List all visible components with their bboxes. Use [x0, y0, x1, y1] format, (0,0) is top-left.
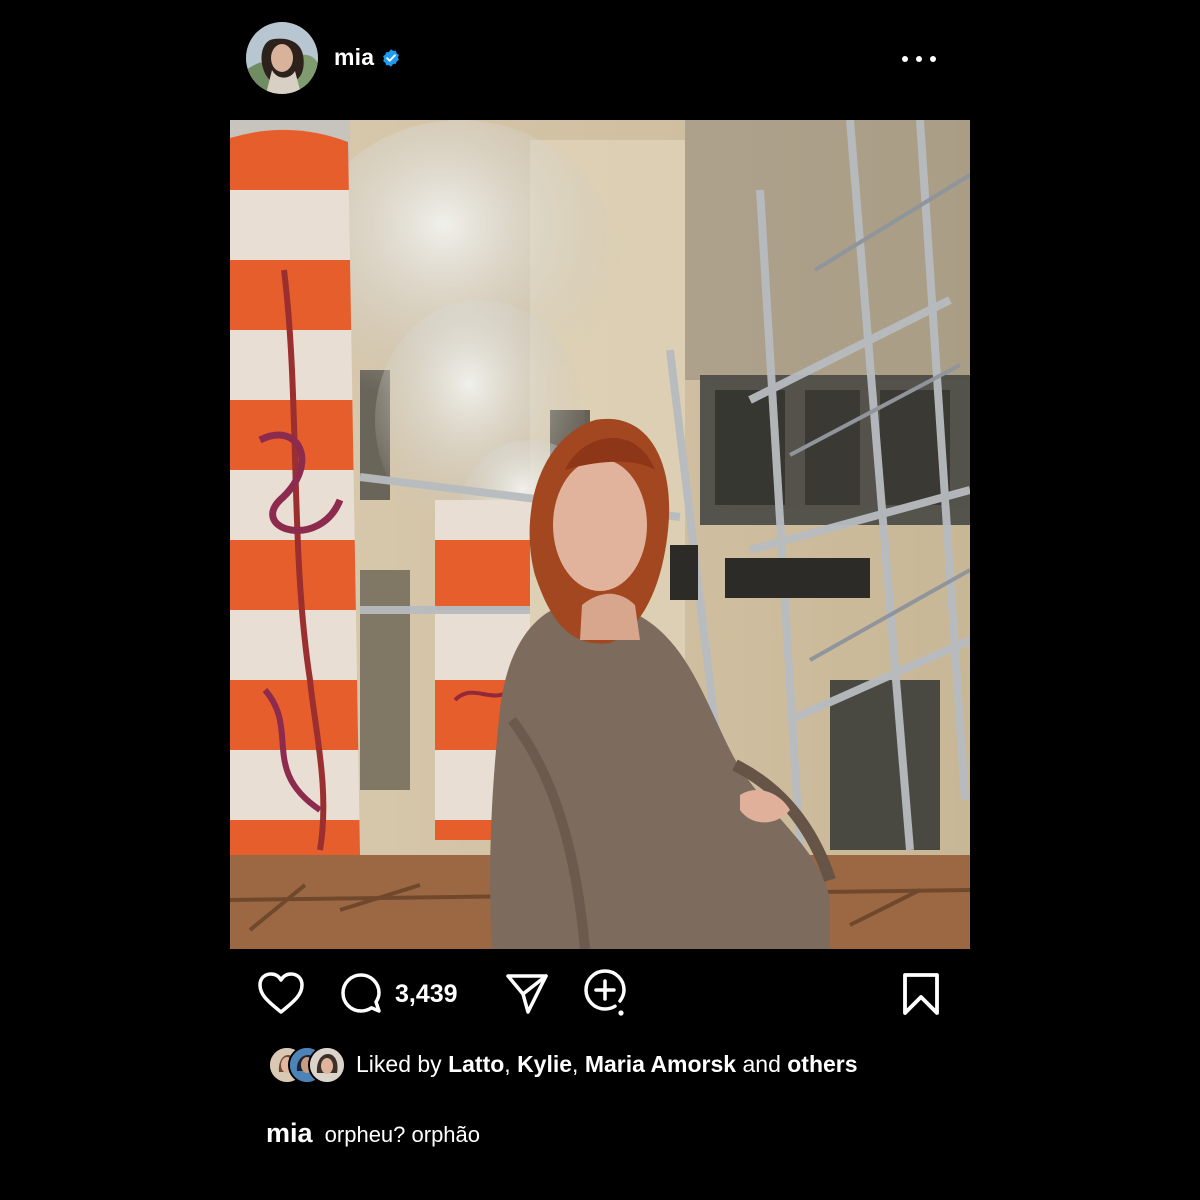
post-username[interactable]: mia — [334, 44, 374, 71]
caption-text: orpheu? orphão — [324, 1122, 481, 1147]
profile-avatar[interactable] — [246, 22, 318, 94]
verified-badge-icon — [383, 49, 399, 67]
caption-username[interactable]: mia — [266, 1118, 313, 1148]
more-dot-icon — [916, 56, 922, 62]
striped-stack-left — [230, 129, 360, 855]
post-action-bar: 3,439 — [230, 966, 970, 1022]
more-dot-icon — [902, 56, 908, 62]
post-photo[interactable] — [230, 120, 970, 949]
liker-avatar[interactable] — [308, 1046, 346, 1084]
heart-icon — [258, 972, 304, 1014]
post-caption: mia orpheu? orphão — [266, 1118, 480, 1149]
more-options-button[interactable] — [902, 48, 936, 70]
likes-text: Liked by Latto, Kylie, Maria Amorsk and … — [356, 1051, 858, 1078]
comment-icon — [341, 973, 381, 1013]
share-button[interactable] — [505, 966, 549, 1022]
add-comment-icon — [584, 969, 626, 1016]
avatar-portrait — [310, 1048, 344, 1082]
likes-others-link[interactable]: others — [787, 1051, 857, 1077]
liker-avatars — [268, 1044, 346, 1084]
like-button[interactable] — [257, 966, 305, 1022]
remix-button[interactable] — [582, 966, 630, 1022]
liker-link[interactable]: Latto — [448, 1051, 504, 1077]
likes-separator: , — [572, 1050, 579, 1077]
liker-link[interactable]: Kylie — [517, 1051, 572, 1077]
bookmark-icon — [903, 973, 939, 1015]
more-dot-icon — [930, 56, 936, 62]
avatar-portrait — [246, 22, 318, 94]
likes-prefix: Liked by — [356, 1050, 442, 1077]
likes-summary: Liked by Latto, Kylie, Maria Amorsk and … — [268, 1044, 858, 1084]
comment-count: 3,439 — [395, 979, 458, 1008]
post-header: mia — [246, 22, 946, 98]
comment-button[interactable]: 3,439 — [339, 966, 458, 1022]
liker-link[interactable]: Maria Amorsk — [585, 1051, 736, 1077]
send-icon — [506, 974, 548, 1014]
likes-separator: , — [504, 1050, 511, 1077]
save-button[interactable] — [902, 966, 940, 1022]
likes-conjunction: and — [742, 1050, 781, 1077]
photo-scene — [230, 120, 970, 949]
